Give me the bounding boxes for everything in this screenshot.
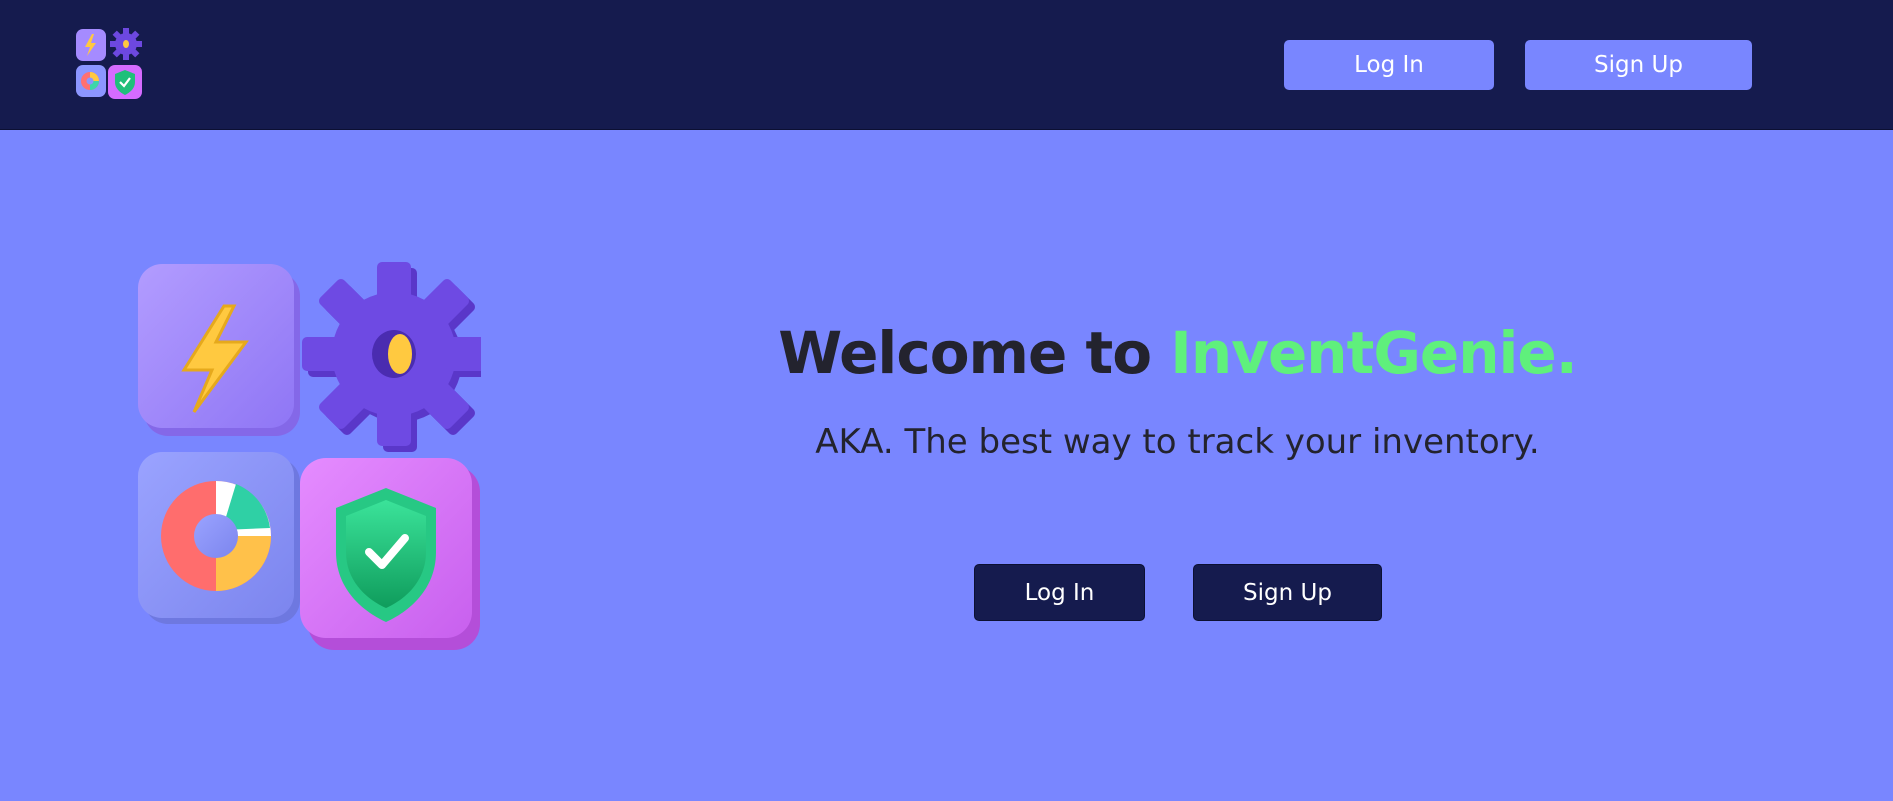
pie-chart-tile — [138, 452, 300, 624]
hero-login-button[interactable]: Log In — [974, 564, 1145, 621]
tagline: AKA. The best way to track your inventor… — [815, 422, 1540, 462]
navbar: Log In Sign Up — [0, 0, 1893, 130]
shield-tile — [300, 458, 480, 650]
nav-login-button[interactable]: Log In — [1284, 40, 1494, 90]
hero-signup-button[interactable]: Sign Up — [1193, 564, 1382, 621]
gear-icon — [302, 262, 492, 452]
hero-text-block: Welcome to InventGenie. AKA. The best wa… — [760, 318, 1595, 464]
brand-name: InventGenie. — [1170, 319, 1578, 387]
lightning-tile — [138, 264, 300, 436]
headline-prefix: Welcome to — [778, 319, 1171, 387]
nav-signup-button[interactable]: Sign Up — [1525, 40, 1752, 90]
app-logo-icon[interactable] — [74, 25, 144, 101]
page-title: Welcome to InventGenie. — [760, 318, 1595, 388]
hero-illustration — [136, 260, 492, 652]
